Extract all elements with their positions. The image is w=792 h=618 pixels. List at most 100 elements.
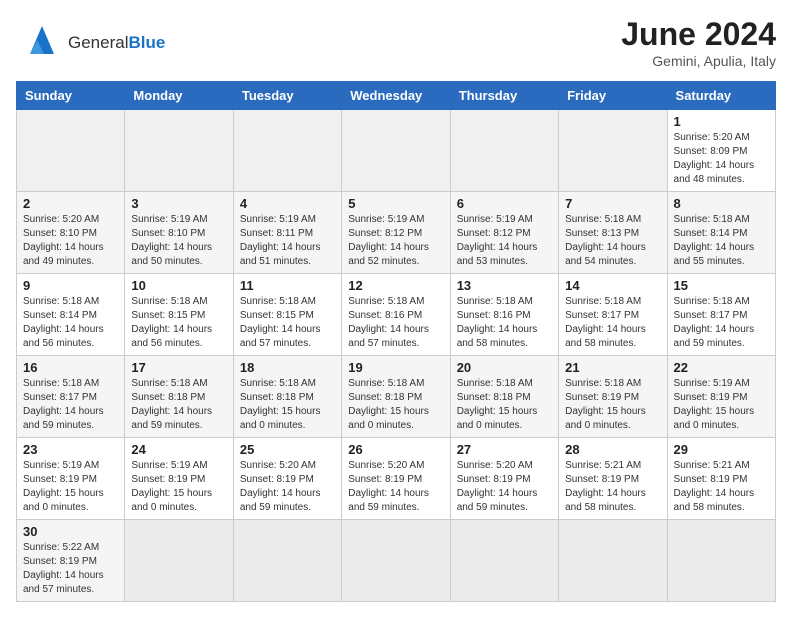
calendar-cell: 16Sunrise: 5:18 AMSunset: 8:17 PMDayligh… bbox=[17, 356, 125, 438]
day-number: 15 bbox=[674, 278, 769, 293]
day-info: Sunrise: 5:21 AMSunset: 8:19 PMDaylight:… bbox=[565, 459, 660, 515]
calendar-cell: 9Sunrise: 5:18 AMSunset: 8:14 PMDaylight… bbox=[17, 274, 125, 356]
day-number: 7 bbox=[565, 196, 660, 211]
calendar-body: 1 Sunrise: 5:20 AMSunset: 8:09 PMDaylight… bbox=[17, 110, 776, 602]
calendar-cell: 5 Sunrise: 5:19 AMSunset: 8:12 PMDaylight… bbox=[342, 192, 450, 274]
calendar-week-row: 23 Sunrise: 5:19 AMSunset: 8:19 PMDayligh… bbox=[17, 438, 776, 520]
calendar-cell bbox=[559, 110, 667, 192]
calendar-cell bbox=[450, 520, 558, 602]
calendar-cell: 17Sunrise: 5:18 AMSunset: 8:18 PMDayligh… bbox=[125, 356, 233, 438]
calendar-cell: 22 Sunrise: 5:19 AMSunset: 8:19 PMDayligh… bbox=[667, 356, 775, 438]
calendar-cell: 6 Sunrise: 5:19 AMSunset: 8:12 PMDaylight… bbox=[450, 192, 558, 274]
calendar-cell: 26 Sunrise: 5:20 AMSunset: 8:19 PMDayligh… bbox=[342, 438, 450, 520]
logo-icon bbox=[16, 16, 64, 69]
day-number: 26 bbox=[348, 442, 443, 457]
day-info: Sunrise: 5:18 AMSunset: 8:17 PMDaylight:… bbox=[565, 295, 660, 351]
calendar-cell bbox=[233, 520, 341, 602]
day-info: Sunrise: 5:18 AMSunset: 8:16 PMDaylight:… bbox=[457, 295, 552, 351]
title-area: June 2024 Gemini, Apulia, Italy bbox=[621, 16, 776, 69]
day-number: 21 bbox=[565, 360, 660, 375]
calendar-cell: 12 Sunrise: 5:18 AMSunset: 8:16 PMDayligh… bbox=[342, 274, 450, 356]
calendar-cell: 13 Sunrise: 5:18 AMSunset: 8:16 PMDayligh… bbox=[450, 274, 558, 356]
day-number: 18 bbox=[240, 360, 335, 375]
day-number: 1 bbox=[674, 114, 769, 129]
day-info: Sunrise: 5:20 AMSunset: 8:09 PMDaylight:… bbox=[674, 131, 769, 187]
day-number: 29 bbox=[674, 442, 769, 457]
logo-text: GeneralBlue bbox=[68, 33, 165, 53]
day-number: 5 bbox=[348, 196, 443, 211]
calendar-cell bbox=[450, 110, 558, 192]
day-info: Sunrise: 5:18 AMSunset: 8:16 PMDaylight:… bbox=[348, 295, 443, 351]
day-number: 25 bbox=[240, 442, 335, 457]
logo: GeneralBlue bbox=[16, 16, 165, 69]
calendar-cell: 23 Sunrise: 5:19 AMSunset: 8:19 PMDayligh… bbox=[17, 438, 125, 520]
calendar-cell: 28 Sunrise: 5:21 AMSunset: 8:19 PMDayligh… bbox=[559, 438, 667, 520]
day-number: 12 bbox=[348, 278, 443, 293]
day-info: Sunrise: 5:20 AMSunset: 8:19 PMDaylight:… bbox=[348, 459, 443, 515]
day-info: Sunrise: 5:19 AMSunset: 8:11 PMDaylight:… bbox=[240, 213, 335, 269]
day-info: Sunrise: 5:18 AMSunset: 8:18 PMDaylight:… bbox=[457, 377, 552, 433]
day-number: 22 bbox=[674, 360, 769, 375]
calendar-cell: 7 Sunrise: 5:18 AMSunset: 8:13 PMDaylight… bbox=[559, 192, 667, 274]
weekday-header-tuesday: Tuesday bbox=[233, 82, 341, 110]
calendar-cell: 27 Sunrise: 5:20 AMSunset: 8:19 PMDayligh… bbox=[450, 438, 558, 520]
calendar-cell: 30 Sunrise: 5:22 AMSunset: 8:19 PMDayligh… bbox=[17, 520, 125, 602]
day-number: 11 bbox=[240, 278, 335, 293]
day-number: 20 bbox=[457, 360, 552, 375]
day-number: 30 bbox=[23, 524, 118, 539]
day-info: Sunrise: 5:21 AMSunset: 8:19 PMDaylight:… bbox=[674, 459, 769, 515]
day-info: Sunrise: 5:19 AMSunset: 8:12 PMDaylight:… bbox=[348, 213, 443, 269]
calendar-cell: 10Sunrise: 5:18 AMSunset: 8:15 PMDayligh… bbox=[125, 274, 233, 356]
day-number: 6 bbox=[457, 196, 552, 211]
day-info: Sunrise: 5:18 AMSunset: 8:14 PMDaylight:… bbox=[674, 213, 769, 269]
day-number: 13 bbox=[457, 278, 552, 293]
calendar-cell: 18Sunrise: 5:18 AMSunset: 8:18 PMDayligh… bbox=[233, 356, 341, 438]
calendar-cell: 11Sunrise: 5:18 AMSunset: 8:15 PMDayligh… bbox=[233, 274, 341, 356]
weekday-header-wednesday: Wednesday bbox=[342, 82, 450, 110]
calendar-cell: 4Sunrise: 5:19 AMSunset: 8:11 PMDaylight… bbox=[233, 192, 341, 274]
calendar-cell bbox=[342, 520, 450, 602]
day-info: Sunrise: 5:19 AMSunset: 8:12 PMDaylight:… bbox=[457, 213, 552, 269]
day-info: Sunrise: 5:22 AMSunset: 8:19 PMDaylight:… bbox=[23, 541, 118, 597]
day-number: 23 bbox=[23, 442, 118, 457]
day-info: Sunrise: 5:18 AMSunset: 8:17 PMDaylight:… bbox=[674, 295, 769, 351]
location-subtitle: Gemini, Apulia, Italy bbox=[621, 53, 776, 69]
calendar-cell bbox=[233, 110, 341, 192]
calendar-cell bbox=[125, 520, 233, 602]
calendar-table: SundayMondayTuesdayWednesdayThursdayFrid… bbox=[16, 81, 776, 602]
calendar-week-row: 16Sunrise: 5:18 AMSunset: 8:17 PMDayligh… bbox=[17, 356, 776, 438]
day-number: 8 bbox=[674, 196, 769, 211]
calendar-cell: 25 Sunrise: 5:20 AMSunset: 8:19 PMDayligh… bbox=[233, 438, 341, 520]
calendar-week-row: 2Sunrise: 5:20 AMSunset: 8:10 PMDaylight… bbox=[17, 192, 776, 274]
weekday-header-row: SundayMondayTuesdayWednesdayThursdayFrid… bbox=[17, 82, 776, 110]
day-info: Sunrise: 5:19 AMSunset: 8:19 PMDaylight:… bbox=[131, 459, 226, 515]
day-number: 10 bbox=[131, 278, 226, 293]
day-info: Sunrise: 5:18 AMSunset: 8:19 PMDaylight:… bbox=[565, 377, 660, 433]
calendar-cell: 29 Sunrise: 5:21 AMSunset: 8:19 PMDayligh… bbox=[667, 438, 775, 520]
day-number: 27 bbox=[457, 442, 552, 457]
calendar-cell bbox=[667, 520, 775, 602]
calendar-cell: 21 Sunrise: 5:18 AMSunset: 8:19 PMDayligh… bbox=[559, 356, 667, 438]
day-number: 17 bbox=[131, 360, 226, 375]
day-info: Sunrise: 5:18 AMSunset: 8:14 PMDaylight:… bbox=[23, 295, 118, 351]
weekday-header-thursday: Thursday bbox=[450, 82, 558, 110]
calendar-cell bbox=[559, 520, 667, 602]
month-title: June 2024 bbox=[621, 16, 776, 53]
day-info: Sunrise: 5:18 AMSunset: 8:13 PMDaylight:… bbox=[565, 213, 660, 269]
day-number: 3 bbox=[131, 196, 226, 211]
day-number: 16 bbox=[23, 360, 118, 375]
calendar-week-row: 30 Sunrise: 5:22 AMSunset: 8:19 PMDayligh… bbox=[17, 520, 776, 602]
day-info: Sunrise: 5:19 AMSunset: 8:10 PMDaylight:… bbox=[131, 213, 226, 269]
day-number: 28 bbox=[565, 442, 660, 457]
day-info: Sunrise: 5:20 AMSunset: 8:19 PMDaylight:… bbox=[240, 459, 335, 515]
calendar-cell bbox=[125, 110, 233, 192]
calendar-cell bbox=[17, 110, 125, 192]
day-number: 24 bbox=[131, 442, 226, 457]
day-info: Sunrise: 5:20 AMSunset: 8:19 PMDaylight:… bbox=[457, 459, 552, 515]
day-info: Sunrise: 5:19 AMSunset: 8:19 PMDaylight:… bbox=[23, 459, 118, 515]
day-number: 19 bbox=[348, 360, 443, 375]
calendar-cell: 20 Sunrise: 5:18 AMSunset: 8:18 PMDayligh… bbox=[450, 356, 558, 438]
day-info: Sunrise: 5:19 AMSunset: 8:19 PMDaylight:… bbox=[674, 377, 769, 433]
weekday-header-friday: Friday bbox=[559, 82, 667, 110]
calendar-cell: 3 Sunrise: 5:19 AMSunset: 8:10 PMDaylight… bbox=[125, 192, 233, 274]
